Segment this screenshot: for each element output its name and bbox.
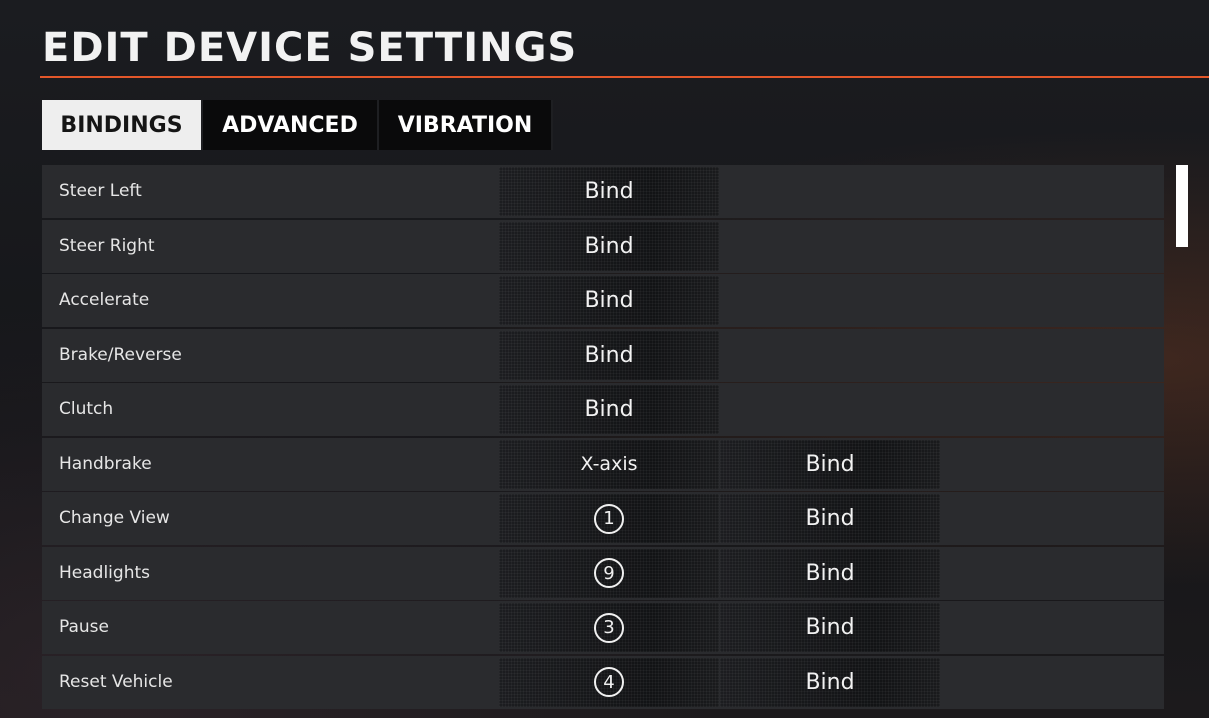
binding-row-steer-left: Steer Left Bind [42,165,1164,218]
binding-label: Accelerate [59,290,150,310]
primary-bind-button[interactable]: Bind [499,385,719,434]
primary-bind-button[interactable]: 4 [499,657,719,707]
primary-bind-button[interactable]: Bind [499,330,719,380]
controller-button-3-icon: 3 [594,612,624,643]
tab-bar: BINDINGS ADVANCED VIBRATION [42,100,553,150]
binding-row-reset-vehicle: Reset Vehicle 4 Bind [42,655,1164,709]
binding-label: Change View [59,508,170,528]
primary-bind-button[interactable]: Bind [499,276,719,325]
primary-bind-button[interactable]: 3 [499,603,719,652]
scrollbar-thumb[interactable] [1176,165,1188,247]
binding-label: Clutch [59,399,114,419]
binding-label: Handbrake [59,453,152,474]
primary-bind-button[interactable]: 9 [499,548,719,598]
secondary-bind-button[interactable]: Bind [720,603,940,652]
primary-bind-button[interactable]: 1 [499,494,719,543]
binding-row-pause: Pause 3 Bind [42,601,1164,654]
binding-label: Pause [59,617,109,637]
binding-label: Reset Vehicle [59,671,173,692]
secondary-bind-button[interactable]: Bind [720,657,940,707]
binding-row-handbrake: Handbrake X-axis Bind [42,437,1164,491]
settings-screen: EDIT DEVICE SETTINGS BINDINGS ADVANCED V… [0,0,1209,718]
tab-advanced[interactable]: ADVANCED [203,100,379,150]
binding-label: Brake/Reverse [59,344,182,365]
binding-row-clutch: Clutch Bind [42,383,1164,436]
secondary-bind-button[interactable]: Bind [720,548,940,598]
binding-label: Steer Left [59,181,142,201]
scrollbar[interactable] [1176,165,1188,709]
bindings-list: Steer Left Bind Steer Right Bind Acceler… [42,165,1164,709]
primary-bind-button[interactable]: Bind [499,221,719,271]
binding-row-headlights: Headlights 9 Bind [42,546,1164,600]
secondary-bind-button[interactable]: Bind [720,439,940,489]
binding-label: Steer Right [59,235,155,256]
binding-row-brake-reverse: Brake/Reverse Bind [42,328,1164,382]
binding-row-accelerate: Accelerate Bind [42,274,1164,327]
tab-vibration[interactable]: VIBRATION [379,100,553,150]
secondary-bind-button[interactable]: Bind [720,494,940,543]
primary-bind-button[interactable]: X-axis [499,439,719,489]
primary-bind-button[interactable]: Bind [499,167,719,216]
binding-row-change-view: Change View 1 Bind [42,492,1164,545]
controller-button-1-icon: 1 [594,503,624,534]
binding-row-steer-right: Steer Right Bind [42,219,1164,273]
controller-button-4-icon: 4 [594,667,624,697]
controller-button-9-icon: 9 [594,558,624,588]
tab-bindings[interactable]: BINDINGS [42,100,203,150]
title-divider [40,76,1209,78]
page-title: EDIT DEVICE SETTINGS [42,25,578,71]
binding-label: Headlights [59,562,150,583]
